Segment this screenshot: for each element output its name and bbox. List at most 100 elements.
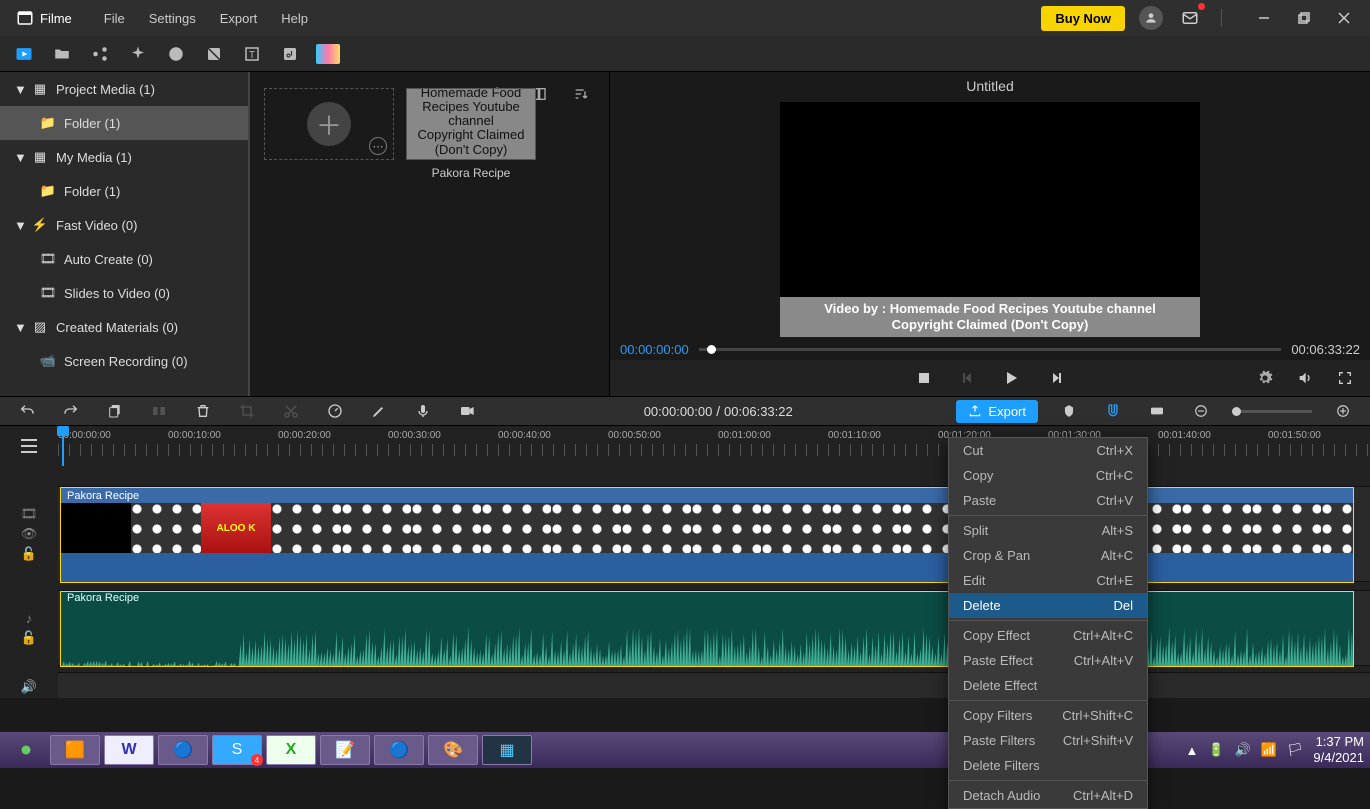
preview-seek-bar[interactable] bbox=[699, 348, 1282, 351]
sidebar-item-screen-recording[interactable]: 📹Screen Recording (0) bbox=[0, 344, 248, 378]
zoom-slider[interactable] bbox=[1232, 410, 1312, 413]
taskbar-chrome2[interactable]: 🔵 bbox=[374, 735, 424, 765]
sparkle-icon[interactable] bbox=[126, 42, 150, 66]
context-menu-item[interactable]: SplitAlt+S bbox=[949, 518, 1147, 543]
context-menu-item[interactable]: Delete Effect bbox=[949, 673, 1147, 698]
tray-flag-icon[interactable]: 🏳 bbox=[1287, 742, 1304, 758]
volume-icon[interactable] bbox=[1292, 365, 1318, 391]
context-menu-item[interactable]: EditCtrl+E bbox=[949, 568, 1147, 593]
fullscreen-icon[interactable] bbox=[1332, 365, 1358, 391]
tray-wifi-icon[interactable]: 📶 bbox=[1261, 742, 1277, 758]
record-icon[interactable] bbox=[454, 398, 480, 424]
split-icon[interactable] bbox=[146, 398, 172, 424]
zoom-out-icon[interactable] bbox=[1188, 398, 1214, 424]
sidebar-item-fast-video[interactable]: ▼⚡Fast Video (0) bbox=[0, 208, 248, 242]
sidebar-item-folder-2[interactable]: 📁Folder (1) bbox=[0, 174, 248, 208]
sidebar-item-created-materials[interactable]: ▼▨Created Materials (0) bbox=[0, 310, 248, 344]
import-media-button[interactable]: ＋ ⋯ bbox=[264, 88, 394, 160]
color-palette-icon[interactable] bbox=[316, 42, 340, 66]
speed-icon[interactable] bbox=[322, 398, 348, 424]
redo-button[interactable] bbox=[58, 398, 84, 424]
context-menu-item[interactable]: Detach AudioCtrl+Alt+D bbox=[949, 783, 1147, 808]
maximize-button[interactable] bbox=[1284, 0, 1324, 36]
taskbar-app[interactable]: 🟧 bbox=[50, 735, 100, 765]
sticker-icon[interactable] bbox=[164, 42, 188, 66]
preview-canvas[interactable]: Video by : Homemade Food Recipes Youtube… bbox=[780, 102, 1200, 337]
taskbar-word[interactable]: W bbox=[104, 735, 154, 765]
pen-icon[interactable] bbox=[366, 398, 392, 424]
media-clip[interactable]: 🎞 Video by: Homemade Food Recipes Youtub… bbox=[406, 88, 536, 180]
context-menu-item[interactable]: Copy EffectCtrl+Alt+C bbox=[949, 623, 1147, 648]
lock-icon[interactable]: 🔓 bbox=[21, 630, 37, 646]
lock-icon[interactable]: 🔓 bbox=[21, 546, 37, 562]
menu-export[interactable]: Export bbox=[208, 5, 270, 32]
share-icon[interactable] bbox=[88, 42, 112, 66]
menu-file[interactable]: File bbox=[92, 5, 137, 32]
fit-icon[interactable] bbox=[1144, 398, 1170, 424]
taskbar-excel[interactable]: X bbox=[266, 735, 316, 765]
start-button[interactable] bbox=[6, 735, 46, 765]
context-menu-item[interactable]: CutCtrl+X bbox=[949, 438, 1147, 463]
audio-clip[interactable]: Pakora Recipe bbox=[60, 591, 1354, 667]
crop-icon[interactable] bbox=[234, 398, 260, 424]
eye-icon[interactable]: 👁 bbox=[21, 526, 38, 542]
app-logo: Filme bbox=[6, 9, 82, 27]
stop-button[interactable] bbox=[911, 365, 937, 391]
delete-icon[interactable] bbox=[190, 398, 216, 424]
sidebar-item-folder-1[interactable]: 📁Folder (1) bbox=[0, 106, 248, 140]
sidebar-item-auto-create[interactable]: 🎞Auto Create (0) bbox=[0, 242, 248, 276]
sidebar-item-slides[interactable]: 🎞Slides to Video (0) bbox=[0, 276, 248, 310]
tray-volume-icon[interactable]: 🔊 bbox=[1235, 742, 1251, 758]
export-button[interactable]: Export bbox=[956, 400, 1038, 423]
media-pane: ＋ ⋯ 🎞 Video by: Homemade Food Recipes Yo… bbox=[250, 72, 610, 396]
titlebar: Filme File Settings Export Help Buy Now bbox=[0, 0, 1370, 36]
folder-icon[interactable] bbox=[50, 42, 74, 66]
tray-clock[interactable]: 1:37 PM 9/4/2021 bbox=[1313, 734, 1364, 765]
menu-settings[interactable]: Settings bbox=[137, 5, 208, 32]
magnet-icon[interactable] bbox=[1100, 398, 1126, 424]
more-icon[interactable]: ⋯ bbox=[369, 137, 387, 155]
prev-frame-button[interactable] bbox=[955, 365, 981, 391]
context-menu-item[interactable]: Copy FiltersCtrl+Shift+C bbox=[949, 703, 1147, 728]
context-menu-item[interactable]: Crop & PanAlt+C bbox=[949, 543, 1147, 568]
context-menu-item[interactable]: PasteCtrl+V bbox=[949, 488, 1147, 513]
tray-battery-icon[interactable]: 🔋 bbox=[1208, 742, 1224, 758]
video-clip[interactable]: Pakora Recipe ALOO K bbox=[60, 487, 1354, 583]
context-menu-item[interactable]: Delete Filters bbox=[949, 753, 1147, 778]
taskbar-paint[interactable]: 🎨 bbox=[428, 735, 478, 765]
marker-icon[interactable] bbox=[1056, 398, 1082, 424]
timeline-ruler[interactable]: 00:00:00:0000:00:10:0000:00:20:0000:00:3… bbox=[0, 426, 1370, 466]
taskbar-skype[interactable]: S4 bbox=[212, 735, 262, 765]
text-icon[interactable]: T bbox=[240, 42, 264, 66]
undo-button[interactable] bbox=[14, 398, 40, 424]
mail-icon[interactable] bbox=[1177, 5, 1203, 31]
account-icon[interactable] bbox=[1139, 6, 1163, 30]
sort-icon[interactable] bbox=[569, 82, 593, 106]
taskbar-notes[interactable]: 📝 bbox=[320, 735, 370, 765]
context-menu-item[interactable]: Paste FiltersCtrl+Shift+V bbox=[949, 728, 1147, 753]
music-icon[interactable] bbox=[278, 42, 302, 66]
hamburger-icon[interactable] bbox=[0, 426, 58, 466]
plus-icon: ＋ bbox=[307, 102, 351, 146]
mic-icon[interactable] bbox=[410, 398, 436, 424]
buy-now-button[interactable]: Buy Now bbox=[1041, 6, 1125, 31]
settings-gear-icon[interactable] bbox=[1252, 365, 1278, 391]
next-frame-button[interactable] bbox=[1043, 365, 1069, 391]
taskbar-chrome[interactable]: 🔵 bbox=[158, 735, 208, 765]
tray-up-icon[interactable]: ▲ bbox=[1185, 743, 1198, 758]
sidebar-item-my-media[interactable]: ▼▦My Media (1) bbox=[0, 140, 248, 174]
play-button[interactable] bbox=[999, 365, 1025, 391]
minimize-button[interactable] bbox=[1244, 0, 1284, 36]
effect-icon[interactable] bbox=[202, 42, 226, 66]
cut-icon[interactable] bbox=[278, 398, 304, 424]
taskbar-filme[interactable]: ▦ bbox=[482, 735, 532, 765]
context-menu-item[interactable]: DeleteDel bbox=[949, 593, 1147, 618]
context-menu-item[interactable]: Paste EffectCtrl+Alt+V bbox=[949, 648, 1147, 673]
close-button[interactable] bbox=[1324, 0, 1364, 36]
context-menu-item[interactable]: CopyCtrl+C bbox=[949, 463, 1147, 488]
copy-icon[interactable] bbox=[102, 398, 128, 424]
sidebar-item-project-media[interactable]: ▼▦Project Media (1) bbox=[0, 72, 248, 106]
zoom-in-icon[interactable] bbox=[1330, 398, 1356, 424]
menu-help[interactable]: Help bbox=[269, 5, 320, 32]
media-module-icon[interactable] bbox=[12, 42, 36, 66]
